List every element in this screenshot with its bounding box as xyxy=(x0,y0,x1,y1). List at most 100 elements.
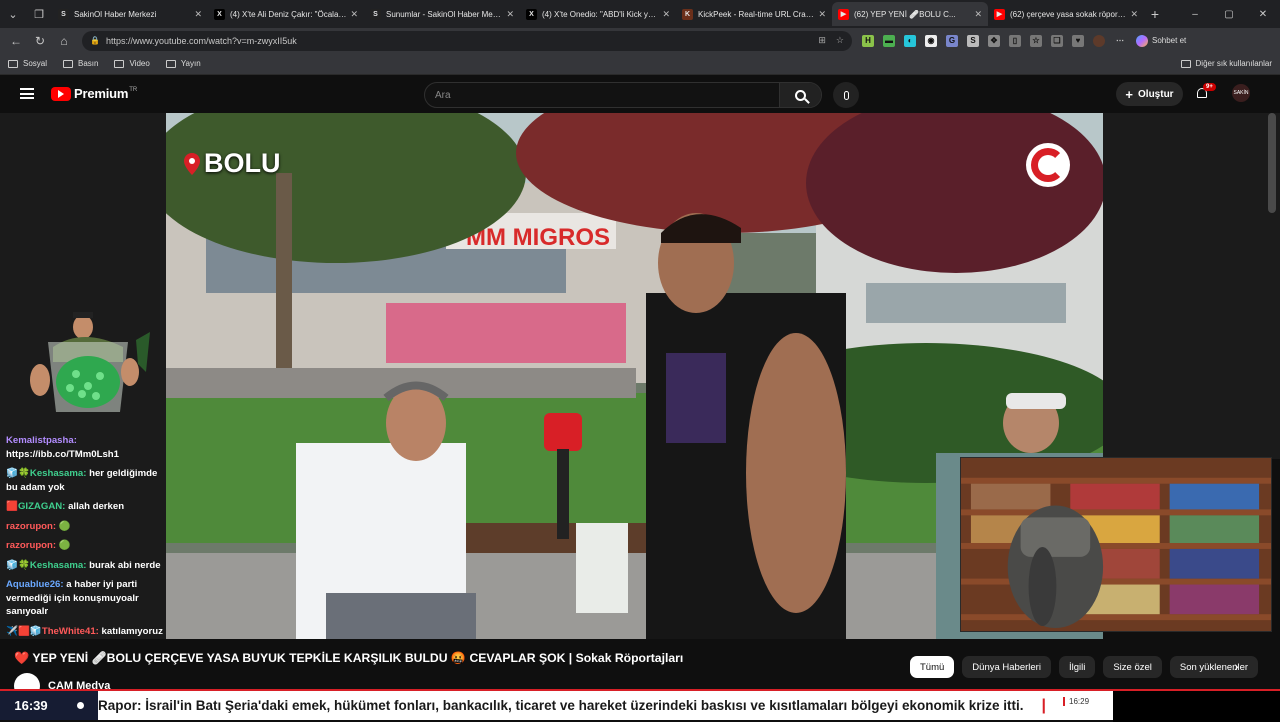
tab-title: (4) X'te Onedio: "ABD'li Kick yayı... xyxy=(542,9,659,19)
extension-icon[interactable]: ◉ xyxy=(925,34,937,47)
filter-chip[interactable]: İlgili xyxy=(1058,656,1096,678)
video-title: ❤️ YEP YENİ 🩹BOLU ÇERÇEVE YASA BUYUK TEP… xyxy=(14,651,684,665)
youtube-play-icon xyxy=(51,86,71,101)
chat-username[interactable]: ✈️🟥🧊TheWhite41: xyxy=(6,626,99,637)
tab-close-icon[interactable]: ✕ xyxy=(1130,9,1138,20)
home-icon[interactable]: ⌂ xyxy=(52,34,76,48)
chevron-right-icon[interactable]: › xyxy=(1234,658,1239,674)
chat-username[interactable]: 🧊🍀Keshasama: xyxy=(6,468,86,479)
browser-essentials-icon[interactable]: ♥ xyxy=(1072,34,1084,47)
related-filter-chips: Tümü Dünya Haberleri İlgili Size özel Son yü… xyxy=(910,656,1259,678)
hamburger-menu-icon[interactable] xyxy=(20,88,34,99)
chat-text: burak abi nerde xyxy=(89,559,161,571)
split-screen-icon[interactable]: ▯ xyxy=(1009,34,1021,47)
extension-icon[interactable]: H xyxy=(862,34,874,47)
back-icon[interactable]: ← xyxy=(4,34,28,48)
search-icon xyxy=(795,89,806,101)
create-button[interactable]: + Oluştur xyxy=(1116,82,1183,106)
browser-tab[interactable]: S Sunumlar - SakinOl Haber Merkezi ✕ xyxy=(364,2,520,26)
tab-close-icon[interactable]: ✕ xyxy=(350,9,358,20)
url-text: https://www.youtube.com/watch?v=m-zwyxII… xyxy=(105,35,297,46)
browser-tab[interactable]: K KickPeek - Real-time URL Crawler ✕ xyxy=(676,2,832,26)
notifications-bell-icon[interactable]: 9+ xyxy=(1195,83,1216,101)
notification-badge: 9+ xyxy=(1203,83,1216,91)
filter-chip[interactable]: Son yüklenenler xyxy=(1169,656,1259,678)
filter-chip[interactable]: Size özel xyxy=(1103,656,1162,678)
tab-title: (62) YEP YENİ 🩹BOLU C... xyxy=(854,9,956,19)
bookmark-folder[interactable]: Video xyxy=(114,59,150,68)
profile-avatar[interactable] xyxy=(1093,34,1105,47)
tab-close-icon[interactable]: ✕ xyxy=(818,9,826,20)
other-bookmarks[interactable]: Diğer sık kullanılanlar xyxy=(1180,59,1272,68)
new-tab-button[interactable]: + xyxy=(1144,6,1166,22)
bookmark-folder[interactable]: Sosyal xyxy=(8,59,47,68)
extension-icon[interactable]: ◐ xyxy=(904,34,916,47)
browser-tab[interactable]: ▶ (62) YEP YENİ 🩹BOLU C... ✕ xyxy=(832,2,988,26)
tab-close-icon[interactable]: ✕ xyxy=(194,9,202,20)
chat-username[interactable]: 🟥GIZAGAN: xyxy=(6,501,65,512)
chat-username[interactable]: razorupon: xyxy=(6,540,56,551)
chat-username[interactable]: 🧊🍀Keshasama: xyxy=(6,560,86,571)
reload-icon[interactable]: ↻ xyxy=(28,34,52,48)
tab-list-icon[interactable]: ⌄ xyxy=(0,0,26,28)
chat-username[interactable]: Aquablue26: xyxy=(6,579,64,590)
video-info-row: ❤️ YEP YENİ 🩹BOLU ÇERÇEVE YASA BUYUK TEP… xyxy=(0,639,1280,699)
folder-icon xyxy=(63,59,74,68)
collections-icon[interactable]: ❏ xyxy=(1051,34,1063,47)
minimize-icon[interactable]: – xyxy=(1178,9,1212,20)
browser-tab-strip: ⌄ ❐ S SakinOl Haber Merkezi ✕ X (4) X'te Ali… xyxy=(0,0,1280,28)
extension-icon[interactable]: ▬ xyxy=(883,34,895,47)
tab-favicon-icon: S xyxy=(370,8,381,20)
extensions-puzzle-icon[interactable]: ✥ xyxy=(988,34,1000,47)
location-label: BOLU xyxy=(204,148,281,178)
youtube-logo[interactable]: Premium TR xyxy=(51,86,137,101)
extensions: H ▬ ◐ ◉ G S ✥ ▯ ☆ ❏ ♥ ⋯ xyxy=(862,34,1126,47)
chat-username[interactable]: Kemalistpasha: xyxy=(6,435,77,446)
favorite-star-icon[interactable]: ☆ xyxy=(836,35,844,46)
maximize-icon[interactable]: ▢ xyxy=(1212,9,1246,20)
chat-text: 🟢 xyxy=(58,540,71,551)
copilot-chat-button[interactable]: Sohbet et xyxy=(1136,34,1186,47)
chat-text: 🟢 xyxy=(58,520,71,532)
account-avatar[interactable]: SAKİN xyxy=(1232,84,1250,102)
page-scrollbar[interactable] xyxy=(1268,113,1276,213)
browser-toolbar: ← ↻ ⌂ 🔒 https://www.youtube.com/watch?v=… xyxy=(0,28,1280,53)
close-window-icon[interactable]: ✕ xyxy=(1246,9,1280,20)
chat-username[interactable]: razorupon: xyxy=(6,521,56,532)
ticker-separator: | xyxy=(1041,696,1047,714)
browser-tab[interactable]: S SakinOl Haber Merkezi ✕ xyxy=(52,2,208,26)
bookmark-label: Sosyal xyxy=(23,59,48,68)
tab-title: KickPeek - Real-time URL Crawler xyxy=(698,9,815,19)
bookmark-label: Basın xyxy=(78,59,99,68)
lock-icon: 🔒 xyxy=(90,36,100,45)
bookmark-folder[interactable]: Yayın xyxy=(165,59,201,68)
search-button[interactable] xyxy=(779,83,821,107)
folder-icon xyxy=(165,59,176,68)
browser-tab[interactable]: ▶ (62) çerçeve yasa sokak röportajı ✕ xyxy=(988,2,1144,26)
chat-message: Kemalistpasha: https://ibb.co/TMm0Lsh1 xyxy=(6,434,166,461)
chat-text: allah derken xyxy=(68,501,125,512)
workspaces-icon[interactable]: ❐ xyxy=(26,0,52,28)
browser-tab[interactable]: X (4) X'te Onedio: "ABD'li Kick yayı... ✕ xyxy=(520,2,676,26)
extension-icon[interactable]: S xyxy=(967,34,979,47)
tab-close-icon[interactable]: ✕ xyxy=(974,9,982,20)
address-bar[interactable]: 🔒 https://www.youtube.com/watch?v=m-zwyx… xyxy=(82,30,852,51)
extension-icon[interactable]: G xyxy=(946,34,958,47)
tab-close-icon[interactable]: ✕ xyxy=(506,9,514,20)
filter-chip[interactable]: Tümü xyxy=(910,656,955,678)
tab-close-icon[interactable]: ✕ xyxy=(662,9,670,20)
more-menu-icon[interactable]: ⋯ xyxy=(1114,35,1126,47)
ticker-bullet xyxy=(62,691,98,720)
url-actions: ⊞ ☆ xyxy=(818,35,844,46)
filter-chip[interactable]: Dünya Haberleri xyxy=(962,656,1051,678)
search-input[interactable] xyxy=(425,83,779,107)
voice-search-button[interactable] xyxy=(833,82,859,108)
bookmark-label: Yayın xyxy=(180,59,201,68)
bookmark-folder[interactable]: Basın xyxy=(63,59,98,68)
app-available-icon[interactable]: ⊞ xyxy=(818,35,826,46)
youtube-header: Premium TR + Oluştur 9+ xyxy=(0,76,1280,113)
ticker-clock: 16:29 xyxy=(1063,697,1089,706)
browser-tab[interactable]: X (4) X'te Ali Deniz Çakır: "Öcalan, ... ✕ xyxy=(208,2,364,26)
secondary-column-background xyxy=(1103,113,1280,459)
favorites-icon[interactable]: ☆ xyxy=(1030,34,1042,47)
